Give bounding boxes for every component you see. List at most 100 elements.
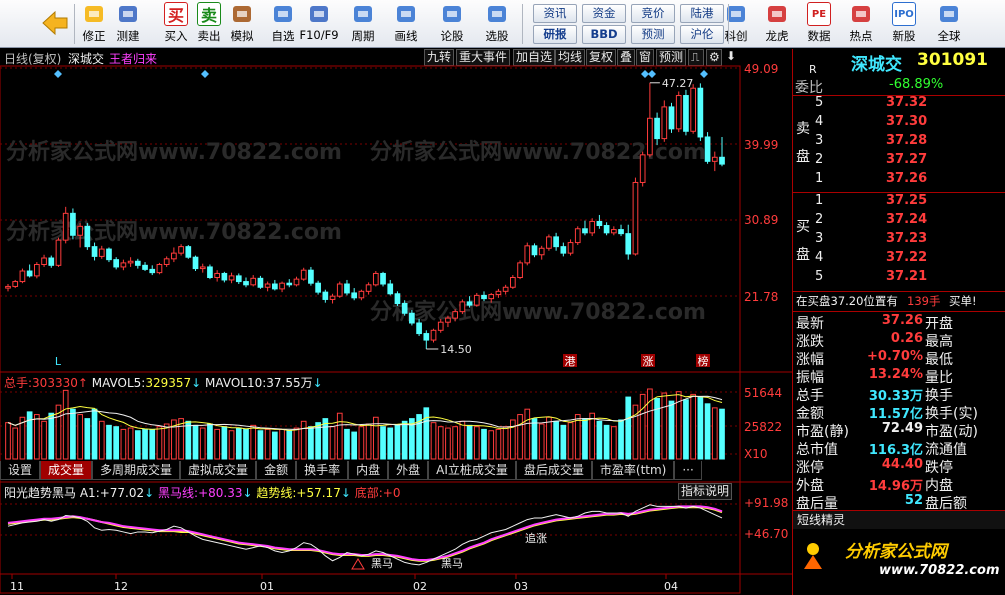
candle-body [77, 225, 83, 236]
toolbar-button-8[interactable]: 画线 [391, 2, 421, 46]
candle-body [574, 228, 581, 244]
tab-2[interactable]: 多周期成交量 [92, 461, 181, 480]
volume-bar [618, 419, 624, 460]
toolbar-small-button[interactable]: 陆港 [680, 4, 724, 23]
stock-terminal-window: { "toolbar": { "back_label": "", "button… [0, 0, 1005, 595]
stat-value: 116.3亿 [868, 443, 923, 458]
tab-7[interactable]: 外盘 [388, 461, 429, 480]
price-axis-label: 30.89 [744, 213, 779, 227]
candle-body [704, 136, 711, 162]
indicator-header: 阳光趋势黑马 A1:+77.02↓ 黑马线:+80.33↓ 趋势线:+57.17… [4, 486, 401, 500]
low-price-label: 14.50 [440, 343, 472, 356]
candle-body [272, 283, 278, 290]
star-icon [271, 2, 295, 26]
candle-body [531, 245, 538, 256]
volume-bar [214, 428, 220, 460]
volume-bar [365, 423, 372, 460]
toolbar-button-12[interactable]: 龙虎 [762, 2, 792, 46]
volume-bar [322, 418, 329, 460]
indicator-bottom-value: +0 [382, 486, 401, 500]
quote-stock-code: 301091 [917, 50, 988, 70]
candle-body [228, 275, 235, 281]
stat-label: 内盘 [925, 478, 953, 494]
candle-body [589, 220, 596, 234]
toolbar-button-0[interactable]: 修正 [79, 2, 109, 46]
short-line-tab[interactable]: 短线精灵 [793, 511, 1005, 529]
toolbar-button-3[interactable]: 卖卖出 [194, 2, 224, 46]
toolbar-button-5[interactable]: 自选 [268, 2, 298, 46]
toolbar-small-button[interactable]: 资金 [582, 4, 626, 23]
candle-body [12, 281, 19, 287]
toolbar-small-button[interactable]: 资讯 [533, 4, 577, 23]
candle-body [113, 259, 120, 268]
candle-body [91, 246, 98, 257]
logo-figure-icon [804, 543, 822, 569]
toolbar-button-label: 画线 [394, 29, 418, 43]
candle-body [481, 294, 487, 300]
tab-9[interactable]: 盘后成交量 [515, 461, 592, 480]
toolbar-small-button[interactable]: 预测 [631, 25, 675, 44]
volume-bar [647, 388, 653, 460]
tab-11[interactable]: ··· [674, 461, 702, 480]
indicator-title[interactable]: 阳光趋势黑马 [4, 486, 76, 500]
toolbar-button-16[interactable]: 全球 [934, 2, 964, 46]
indicator-help-button[interactable]: 指标说明 [678, 483, 733, 500]
volume-bar [308, 426, 314, 460]
toolbar-button-4[interactable]: 模拟 [227, 2, 257, 46]
candle-body [610, 229, 617, 234]
sell-label: 卖盘 [796, 121, 810, 165]
toolbar-button-10[interactable]: 选股 [482, 2, 512, 46]
toolbar-button-9[interactable]: 论股 [437, 2, 467, 46]
toolbar-button-2[interactable]: 买买入 [161, 2, 191, 46]
toolbar-small-button[interactable]: 竞价 [631, 4, 675, 23]
candle-body [639, 154, 646, 183]
toolbar-button-1[interactable]: 测建 [113, 2, 143, 46]
volume-bar [142, 428, 148, 460]
toolbar-button-13[interactable]: PE 数据 [804, 2, 834, 46]
tab-0[interactable]: 设置 [0, 461, 41, 480]
candle-body [308, 269, 314, 284]
toolbar-button-6[interactable]: F10/F9 [299, 2, 339, 46]
toolbar-small-button[interactable]: 研报 [533, 25, 577, 44]
candle-body [365, 284, 372, 292]
tab-10[interactable]: 市盈率(ttm) [591, 461, 675, 480]
candle-body [719, 156, 725, 165]
toolbar-button-14[interactable]: 热点 [846, 2, 876, 46]
chart-area: 日线(复权) 深城交 王者归来 九转 重大事件 加自选 均线 复权 叠 窗 预测… [0, 49, 792, 595]
tab-3[interactable]: 虚拟成交量 [180, 461, 257, 480]
event-diamond-icon [641, 70, 649, 78]
candle-body [401, 303, 408, 314]
volume-bar [221, 426, 228, 460]
tab-8[interactable]: AI立桩成交量 [428, 461, 516, 480]
logo-text: 分析家公式网 [845, 542, 947, 562]
toolbar-button-7[interactable]: 周期 [348, 2, 378, 46]
toolbar-small-button[interactable]: BBD [582, 25, 626, 44]
toolbar-small-button[interactable]: 沪伦 [680, 25, 724, 44]
tab-5[interactable]: 换手率 [296, 461, 349, 480]
candle-body [603, 225, 610, 234]
back-button[interactable] [40, 8, 70, 52]
event-diamond-icon [201, 70, 209, 78]
volume-bar [589, 412, 596, 460]
candle-body [524, 245, 531, 264]
buy-price: 37.22 [886, 250, 928, 265]
buy-price: 37.24 [886, 212, 928, 227]
candle-body [372, 272, 379, 286]
back-arrow-icon [40, 8, 70, 38]
volume-bar [560, 424, 567, 460]
toolbar-button-11[interactable]: 科创 [721, 2, 751, 46]
volume-bar [603, 424, 610, 460]
toolbar-button-15[interactable]: IPO 新股 [889, 2, 919, 46]
price-axis-label: 49.09 [744, 62, 779, 76]
candle-body [250, 277, 257, 286]
stat-value: 30.33万 [868, 389, 923, 404]
tab-1[interactable]: 成交量 [40, 461, 93, 480]
logo-area: 分析家公式网 www.70822.com [793, 531, 1005, 595]
tab-6[interactable]: 内盘 [348, 461, 389, 480]
buy-price: 37.21 [886, 269, 928, 284]
toolbar-button-label: 测建 [116, 29, 140, 43]
price-axis-label: 21.78 [744, 290, 779, 304]
tab-4[interactable]: 金额 [256, 461, 297, 480]
candle-body [70, 212, 76, 236]
sell-icon: 卖 [197, 2, 221, 26]
